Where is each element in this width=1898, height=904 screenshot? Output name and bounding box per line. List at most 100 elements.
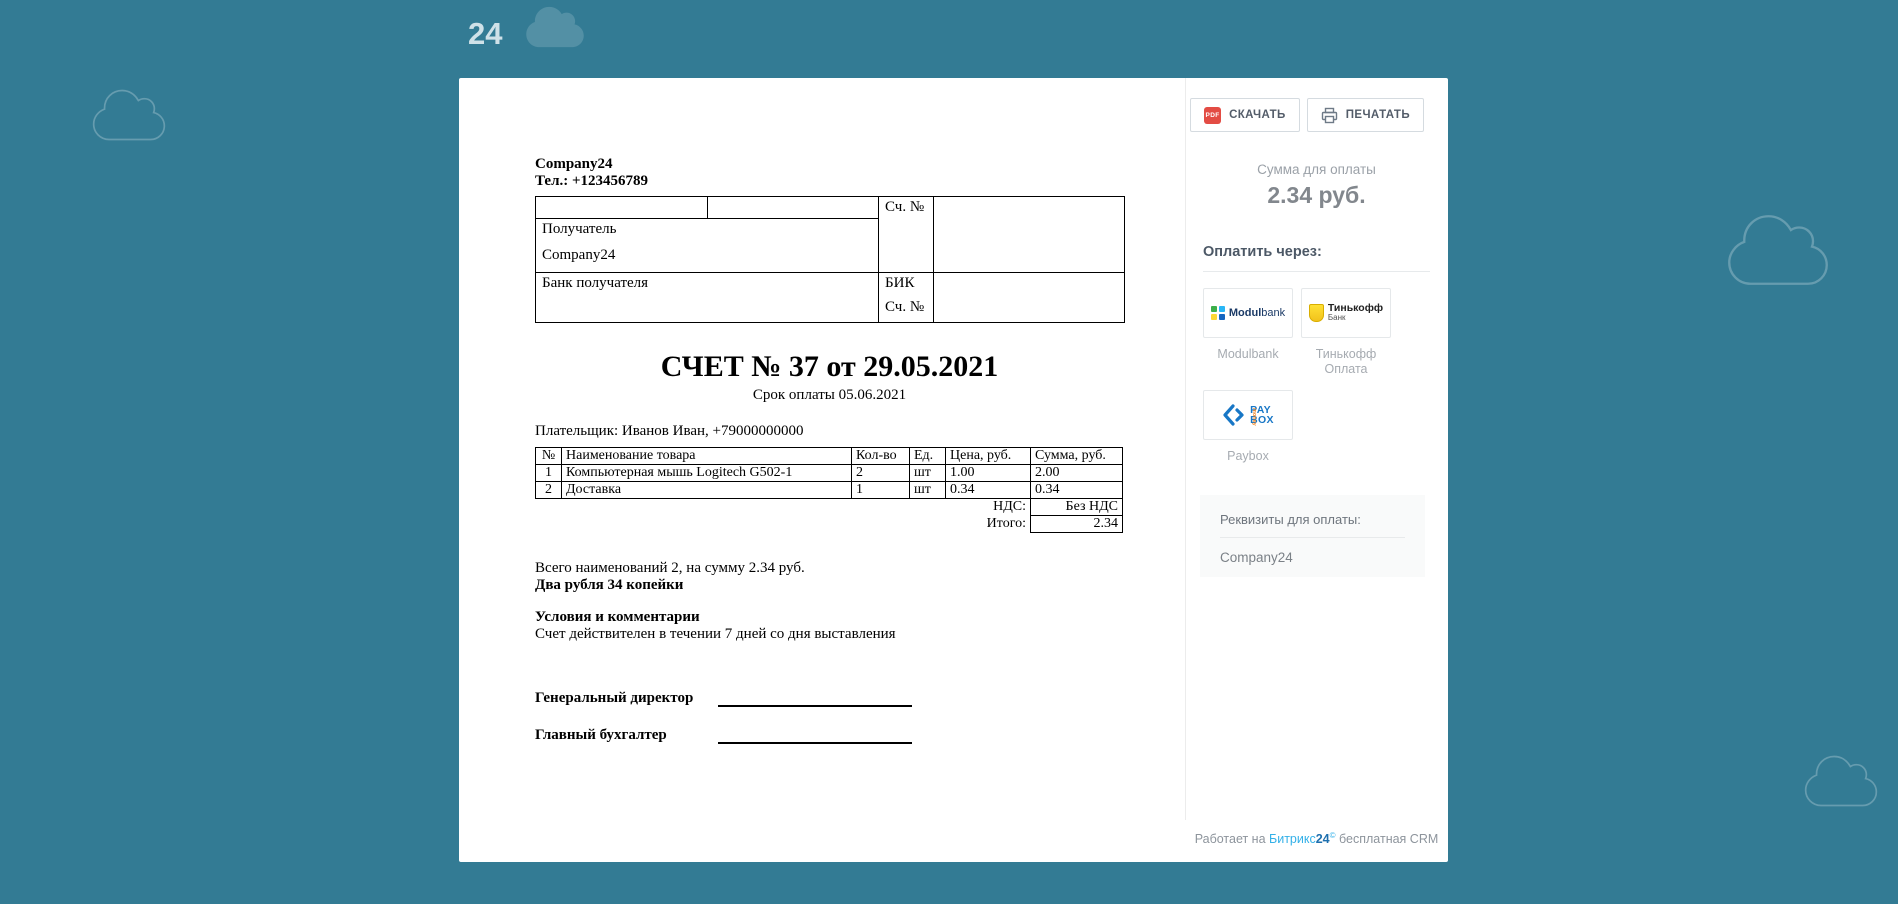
requisites-title: Реквизиты для оплаты:: [1220, 512, 1405, 527]
terms-text: Счет действителен в течении 7 дней со дн…: [535, 626, 1124, 643]
terms-title: Условия и комментарии: [535, 609, 1124, 626]
powered-by-footer: Работает на Битрикс24© бесплатная CRM: [1185, 831, 1448, 846]
toolbar: PDF СКАЧАТЬ ПЕЧАТАТЬ: [1190, 98, 1424, 132]
bik-label: БИК: [885, 275, 927, 292]
vat-value: Без НДС: [1031, 499, 1123, 516]
item-cell: 1: [852, 482, 910, 499]
col-header-unit: Ед.: [910, 448, 946, 465]
tinkoff-logo-text: Тинькофф Банк: [1328, 303, 1383, 323]
total-value: 2.34: [1031, 516, 1123, 533]
company-phone: Тел.: +123456789: [535, 173, 1124, 190]
account-number-label: Сч. №: [885, 299, 927, 316]
recipient-label: Получатель: [542, 221, 872, 238]
payment-method-paybox[interactable]: PAY BOX money Paybox: [1203, 390, 1293, 464]
col-header-name: Наименование товара: [562, 448, 852, 465]
col-header-sum: Сумма, руб.: [1031, 448, 1123, 465]
item-row: 2Доставка1шт0.340.34: [536, 482, 1123, 499]
item-cell: Компьютерная мышь Logitech G502-1: [562, 465, 852, 482]
company-name: Company24: [535, 156, 1124, 173]
bitrix24-link[interactable]: 24: [1316, 832, 1330, 846]
item-cell: шт: [910, 482, 946, 499]
modulbank-tile[interactable]: Modulbank: [1203, 288, 1293, 338]
bank-cell-empty: [536, 197, 708, 219]
modulbank-logo-text: Modulbank: [1229, 307, 1285, 319]
payment-methods: Modulbank Modulbank Тинькофф Банк Тинько…: [1203, 288, 1433, 477]
payment-sidebar: PDF СКАЧАТЬ ПЕЧАТАТЬ Сумма для оплаты 2.…: [1185, 78, 1448, 862]
director-label: Генеральный директор: [535, 690, 717, 707]
payment-method-modulbank[interactable]: Modulbank Modulbank: [1203, 288, 1293, 377]
item-cell: 2: [852, 465, 910, 482]
invoice-title: СЧЕТ № 37 от 29.05.2021: [535, 350, 1124, 384]
item-row: 1Компьютерная мышь Logitech G502-12шт1.0…: [536, 465, 1123, 482]
items-body: 1Компьютерная мышь Logitech G502-12шт1.0…: [536, 465, 1123, 499]
items-table: № Наименование товара Кол-во Ед. Цена, р…: [535, 447, 1123, 533]
amount-in-words: Два рубля 34 копейки: [535, 577, 1124, 594]
tinkoff-tile[interactable]: Тинькофф Банк: [1301, 288, 1391, 338]
item-cell: Доставка: [562, 482, 852, 499]
col-header-price: Цена, руб.: [946, 448, 1031, 465]
pdf-icon: PDF: [1204, 107, 1221, 124]
download-button-label: СКАЧАТЬ: [1229, 109, 1286, 121]
summary-line: Всего наименований 2, на сумму 2.34 руб.: [535, 560, 1124, 577]
amount-value: 2.34 руб.: [1185, 182, 1448, 209]
item-cell: 2: [536, 482, 562, 499]
method-caption: Modulbank: [1217, 347, 1278, 362]
total-label: Итого:: [946, 516, 1031, 533]
recipient-value: Company24: [542, 247, 872, 264]
tinkoff-crest-icon: [1309, 304, 1324, 322]
col-header-num: №: [536, 448, 562, 465]
bitrix24-logo-text: 24: [468, 16, 502, 52]
print-button[interactable]: ПЕЧАТАТЬ: [1307, 98, 1424, 132]
signature-line: [718, 691, 912, 707]
payment-method-tinkoff[interactable]: Тинькофф Банк Тинькофф Оплата: [1301, 288, 1391, 377]
modulbank-icon: [1211, 306, 1225, 320]
bank-name-label: Банк получателя: [536, 273, 879, 323]
bitrix24-link[interactable]: Битрикс: [1269, 832, 1316, 846]
item-cell: 2.00: [1031, 465, 1123, 482]
account-number-value: [934, 197, 1125, 273]
paybox-tile[interactable]: PAY BOX money: [1203, 390, 1293, 440]
item-cell: 0.34: [946, 482, 1031, 499]
vat-row: НДС: Без НДС: [536, 499, 1123, 516]
items-header-row: № Наименование товара Кол-во Ед. Цена, р…: [536, 448, 1123, 465]
invoice-due-date: Срок оплаты 05.06.2021: [535, 387, 1124, 404]
print-button-label: ПЕЧАТАТЬ: [1346, 109, 1410, 121]
bik-value: [934, 273, 1125, 323]
divider: [1203, 271, 1430, 272]
bank-requisites-table: Сч. № Получатель Company24 Банк получате…: [535, 196, 1125, 323]
item-cell: 0.34: [1031, 482, 1123, 499]
item-cell: 1: [536, 465, 562, 482]
cloud-outline-icon: [1800, 752, 1882, 810]
cloud-icon: [524, 4, 586, 50]
invoice-document: Company24 Тел.: +123456789 Сч. № Получат…: [535, 156, 1124, 744]
method-caption: Тинькофф Оплата: [1301, 347, 1391, 377]
requisites-company: Company24: [1220, 550, 1405, 565]
signature-line: [718, 728, 912, 744]
vat-label: НДС:: [946, 499, 1031, 516]
cloud-outline-icon: [90, 86, 168, 144]
paybox-money-text: money: [1251, 408, 1257, 426]
signature-row: Генеральный директор: [535, 690, 1124, 707]
bik-cell: БИК Сч. №: [879, 273, 934, 323]
recipient-cell: Получатель Company24: [536, 219, 879, 273]
item-cell: шт: [910, 465, 946, 482]
requisites-box: Реквизиты для оплаты: Company24: [1200, 495, 1425, 577]
divider: [1220, 537, 1405, 538]
invoice-card: Company24 Тел.: +123456789 Сч. № Получат…: [459, 78, 1448, 862]
footer-prefix: Работает на: [1195, 832, 1269, 846]
accountant-label: Главный бухгалтер: [535, 727, 717, 744]
invoice-payer: Плательщик: Иванов Иван, +79000000000: [535, 423, 1124, 440]
amount-caption: Сумма для оплаты: [1185, 162, 1448, 177]
cloud-outline-icon: [1722, 210, 1834, 290]
col-header-qty: Кол-во: [852, 448, 910, 465]
bank-cell-empty: [708, 197, 879, 219]
pay-via-label: Оплатить через:: [1203, 244, 1322, 260]
printer-icon: [1321, 107, 1338, 124]
account-number-label: Сч. №: [879, 197, 934, 273]
download-button[interactable]: PDF СКАЧАТЬ: [1190, 98, 1300, 132]
footer-suffix: бесплатная CRM: [1336, 832, 1439, 846]
paybox-icon: [1222, 403, 1246, 427]
total-row: Итого: 2.34: [536, 516, 1123, 533]
method-caption: Paybox: [1227, 449, 1269, 464]
item-cell: 1.00: [946, 465, 1031, 482]
